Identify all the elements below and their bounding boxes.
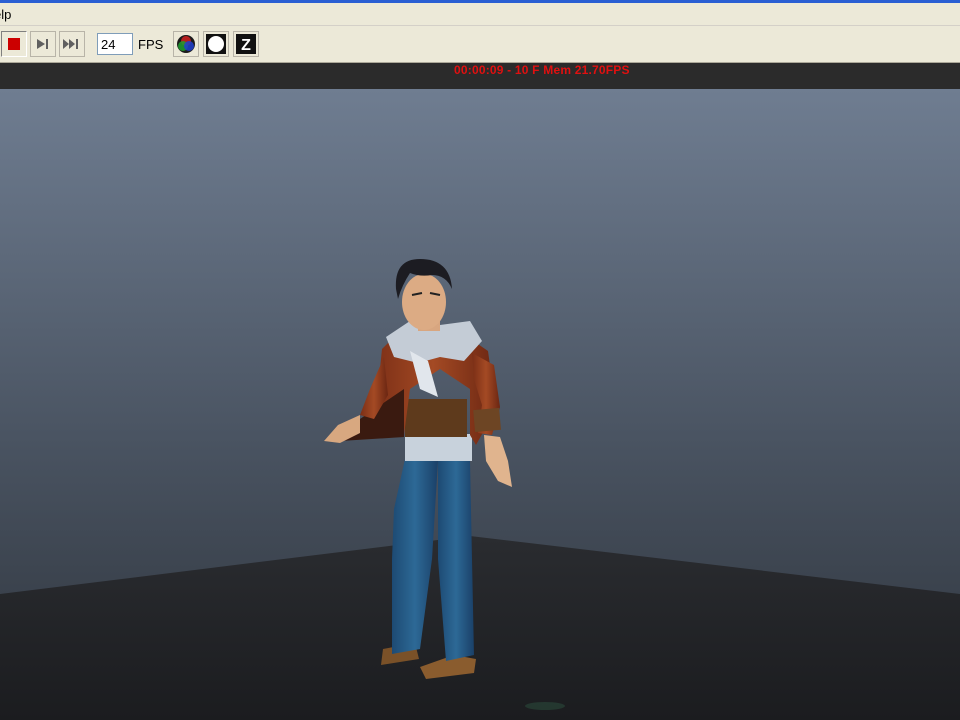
fps-label: FPS [138,37,164,52]
stop-icon [8,38,20,50]
skip-to-end-icon [63,39,78,49]
playback-toolbar: FPS Z [0,26,960,63]
scene-render [0,89,960,720]
z-label: Z [241,37,251,54]
rgb-channels-icon [177,35,195,53]
alpha-circle-icon [206,34,226,54]
menu-bar: elp [0,3,960,26]
fps-input[interactable] [97,33,133,55]
stop-button[interactable] [1,31,27,57]
playback-status-bar: 00:00:09 - 10 F Mem 21.70FPS [0,63,960,89]
render-viewport[interactable] [0,89,960,720]
menu-help[interactable]: elp [0,7,11,22]
axis-indicator [525,702,565,710]
timecode-status: 00:00:09 - 10 F Mem 21.70FPS [454,63,630,77]
z-depth-icon: Z [236,34,256,54]
skip-to-end-button[interactable] [59,31,85,57]
z-depth-button[interactable]: Z [233,31,259,57]
step-forward-icon [37,39,48,49]
color-channels-button[interactable] [173,31,199,57]
alpha-channel-button[interactable] [203,31,229,57]
step-forward-button[interactable] [30,31,56,57]
